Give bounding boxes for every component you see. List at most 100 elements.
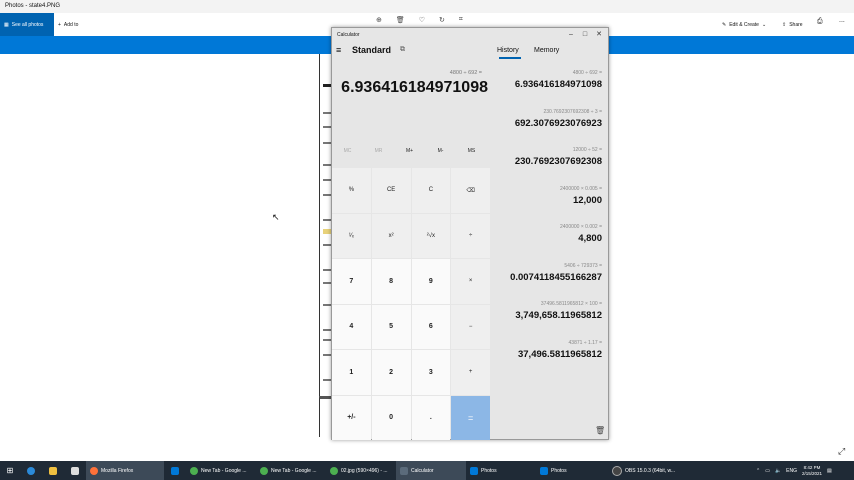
start-button-icon[interactable]: ⊞	[0, 461, 20, 480]
taskbar-item-obs[interactable]: OBS 15.0.3 (64bit, w...	[608, 461, 684, 480]
history-result: 37,496.5811965812	[517, 349, 602, 360]
sqrt-button[interactable]: ²√x	[411, 213, 451, 258]
expand-icon[interactable]: ⤢	[838, 446, 845, 457]
clear-button[interactable]: C	[411, 168, 451, 213]
divide-button[interactable]: ÷	[451, 213, 490, 258]
decimal-button[interactable]: .	[411, 395, 451, 440]
zoom-icon[interactable]: ⊕	[376, 16, 382, 24]
nine-button[interactable]: 9	[411, 259, 451, 304]
m-minus-button[interactable]: M-	[425, 148, 456, 154]
print-icon[interactable]: ⎙	[817, 18, 823, 26]
taskbar-item-photos[interactable]: Photos	[536, 461, 608, 480]
menu-icon[interactable]: ≡	[336, 45, 341, 55]
history-expression: 12000 ÷ 52 =	[572, 147, 602, 153]
mc-button[interactable]: MC	[332, 148, 363, 154]
history-item[interactable]: 2400000 × 0.005 = 12,000	[560, 186, 602, 206]
history-item[interactable]: 4800 ÷ 692 = 6.936416184971098	[515, 70, 602, 90]
taskbar-item-label: OBS 15.0.3 (64bit, w...	[625, 467, 676, 474]
history-item[interactable]: 2400000 × 0.002 = 4,800	[560, 224, 602, 244]
history-expression: 37496.5811965812 × 100 =	[540, 301, 602, 307]
seven-button[interactable]: 7	[332, 259, 371, 304]
three-button[interactable]: 3	[411, 350, 451, 395]
mode-title: Standard	[352, 45, 392, 55]
edge-icon[interactable]	[20, 461, 42, 480]
negate-button[interactable]: +/-	[332, 395, 371, 440]
close-icon[interactable]: ✕	[592, 28, 606, 42]
taskbar-item-photos[interactable]: Photos	[466, 461, 536, 480]
six-button[interactable]: 6	[411, 304, 451, 349]
chevron-up-icon[interactable]: ⌃	[756, 468, 760, 474]
five-button[interactable]: 5	[371, 304, 411, 349]
taskbar-item-chrome[interactable]: New Tab - Google ...	[186, 461, 256, 480]
history-result: 0.0074118455166287	[510, 272, 602, 283]
tab-history[interactable]: History	[497, 47, 519, 54]
history-item[interactable]: 230.7692307692308 ÷ 3 = 692.3076923076923	[515, 109, 602, 129]
taskbar-item-label: Photos	[481, 467, 497, 474]
photos-icon	[470, 466, 478, 475]
m-plus-button[interactable]: M+	[394, 148, 425, 154]
taskbar-item-label: Photos	[551, 467, 567, 474]
backspace-button[interactable]: ⌫	[451, 168, 490, 213]
one-button[interactable]: 1	[332, 350, 371, 395]
percent-button[interactable]: %	[332, 168, 371, 213]
maximize-icon[interactable]: □	[578, 28, 592, 42]
more-button[interactable]: ...	[839, 17, 845, 24]
share-button[interactable]: ⇪ Share	[782, 13, 803, 36]
taskbar-item-firefox[interactable]: Mozilla Firefox	[86, 461, 164, 480]
expression-line: 4800 ÷ 692 =	[449, 70, 482, 76]
clock[interactable]: 8:42 PM 2/15/2021	[802, 465, 822, 477]
reciprocal-button[interactable]: ¹⁄ₓ	[332, 213, 371, 258]
two-button[interactable]: 2	[371, 350, 411, 395]
see-all-photos-button[interactable]: ▦ See all photos	[0, 13, 54, 36]
square-button[interactable]: x²	[371, 213, 411, 258]
history-result: 230.7692307692308	[514, 156, 602, 167]
add-to-label: Add to	[63, 21, 79, 28]
network-icon[interactable]: ▭	[765, 468, 770, 474]
notifications-icon[interactable]: ▤	[827, 468, 832, 474]
delete-icon[interactable]: 🗑	[396, 16, 405, 24]
multiply-button[interactable]: ×	[451, 259, 490, 304]
taskbar-item-label: 02.jpg (590×496) - ...	[341, 467, 388, 474]
history-result: 3,749,658.11965812	[515, 310, 602, 321]
language-indicator[interactable]: ENG	[786, 468, 797, 474]
history-result: 692.3076923076923	[514, 118, 602, 129]
file-explorer-icon[interactable]	[42, 461, 64, 480]
rotate-icon[interactable]: ↻	[439, 16, 445, 24]
see-all-label: See all photos	[11, 21, 44, 28]
history-result: 4,800	[578, 233, 602, 244]
history-item[interactable]: 12000 ÷ 52 = 230.7692307692308	[515, 147, 602, 167]
trash-icon[interactable]: 🗑	[595, 426, 605, 435]
zero-button[interactable]: 0	[371, 395, 411, 440]
photos-icon	[540, 466, 548, 475]
favorite-icon[interactable]: ♡	[419, 16, 425, 24]
photo-tools: ⊕ 🗑 ♡ ↻ ⌗	[376, 16, 463, 24]
store-icon[interactable]	[64, 461, 86, 480]
crop-icon[interactable]: ⌗	[459, 16, 463, 24]
equals-button[interactable]: =	[451, 395, 490, 440]
history-item[interactable]: 5406 ÷ 729373 = 0.0074118455166287	[510, 263, 602, 283]
taskbar-item-chrome[interactable]: New Tab - Google ...	[256, 461, 326, 480]
history-item[interactable]: 37496.5811965812 × 100 = 3,749,658.119658…	[515, 301, 602, 321]
taskbar-item-chrome[interactable]: 02.jpg (590×496) - ...	[326, 461, 396, 480]
tab-memory[interactable]: Memory	[534, 47, 559, 54]
edit-create-button[interactable]: ✎ Edit & Create ⌄	[722, 13, 766, 36]
plus-button[interactable]: +	[451, 350, 490, 395]
calculator-icon	[400, 466, 408, 475]
volume-icon[interactable]: 🔈	[775, 468, 781, 474]
mail-icon[interactable]	[164, 461, 186, 480]
taskbar: ⊞ Mozilla Firefox New Tab - Google ... N…	[0, 461, 854, 480]
clear-entry-button[interactable]: CE	[371, 168, 411, 213]
minus-button[interactable]: −	[451, 304, 490, 349]
four-button[interactable]: 4	[332, 304, 371, 349]
keep-on-top-icon[interactable]: ⧉	[400, 46, 405, 54]
chrome-icon	[260, 466, 268, 475]
ms-button[interactable]: MS	[456, 148, 487, 154]
add-to-button[interactable]: + Add to	[58, 13, 78, 36]
history-item[interactable]: 43871 ÷ 1.17 = 37,496.5811965812	[518, 340, 602, 360]
history-expression: 230.7692307692308 ÷ 3 =	[543, 109, 603, 115]
mr-button[interactable]: MR	[363, 148, 394, 154]
minimize-icon[interactable]: –	[564, 28, 578, 42]
eight-button[interactable]: 8	[371, 259, 411, 304]
taskbar-item-calculator[interactable]: Calculator	[396, 461, 466, 480]
history-result: 6.936416184971098	[514, 79, 602, 90]
